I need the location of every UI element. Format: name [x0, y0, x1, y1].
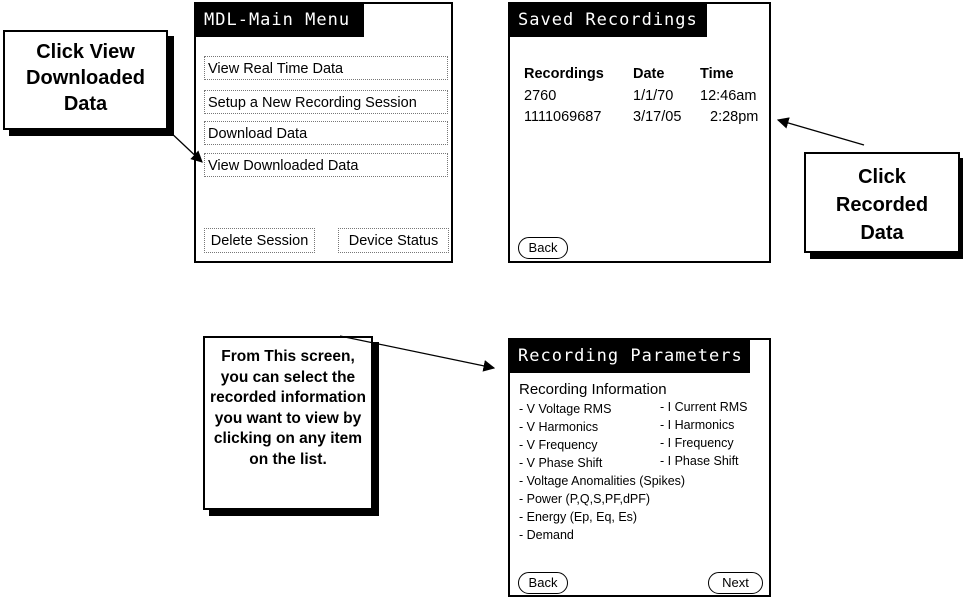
- arrow-to-recording-parameters: [339, 335, 496, 372]
- arrow-to-view-downloaded: [167, 129, 203, 163]
- arrow-to-recorded-data: [776, 117, 865, 146]
- arrows-overlay: [167, 117, 865, 372]
